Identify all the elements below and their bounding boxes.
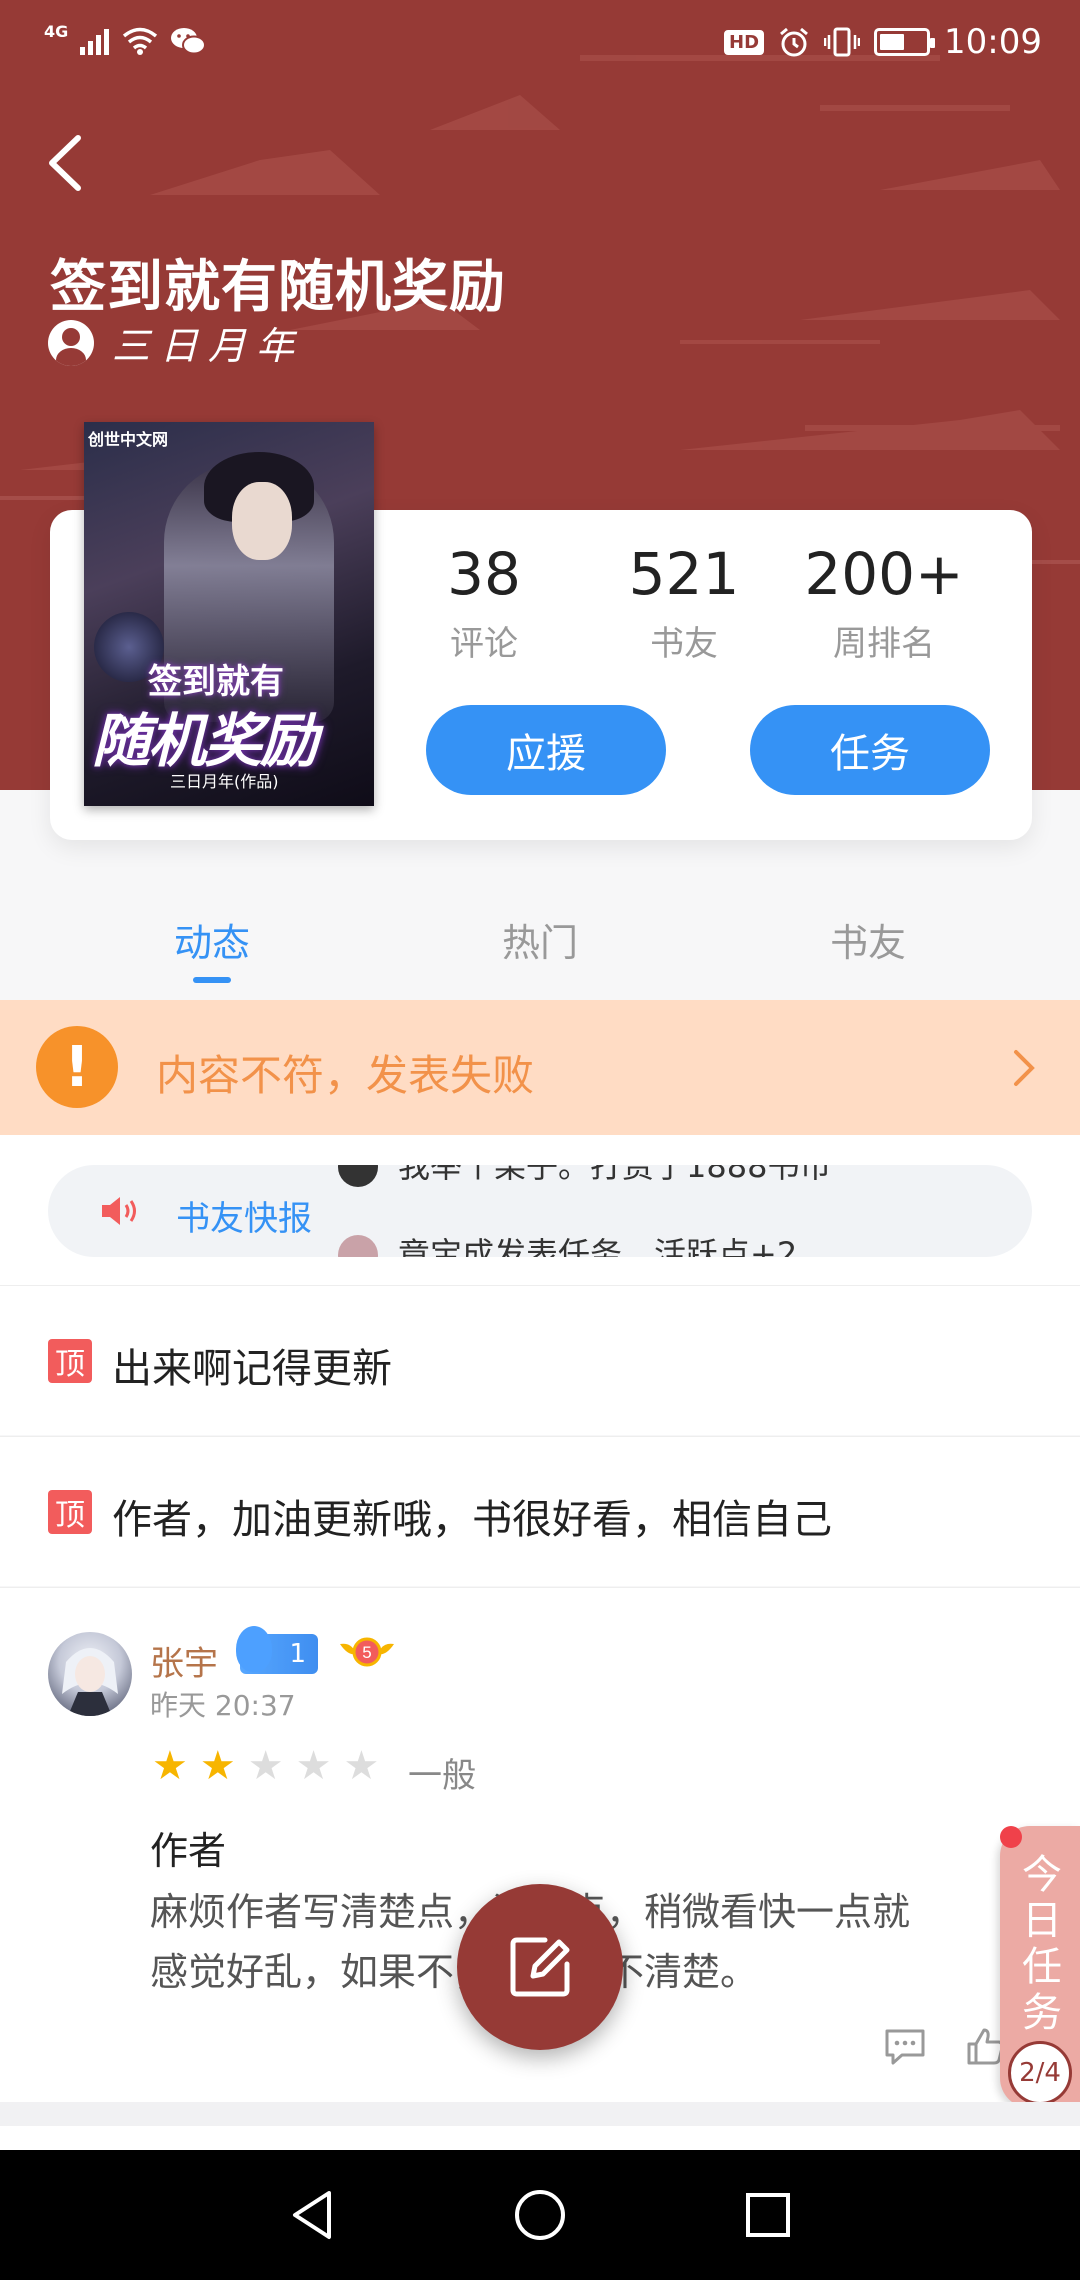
- pinned-post-text: 出来啊记得更新: [112, 1346, 392, 1392]
- stat-label: 书友: [650, 624, 718, 664]
- ticker-item: 竟宝成发表任务，活跃点+2: [398, 1235, 798, 1257]
- like-icon[interactable]: [965, 2026, 1005, 2066]
- notification-dot: [1000, 1826, 1022, 1848]
- stat-value: 521: [628, 540, 740, 608]
- avatar[interactable]: [48, 1632, 132, 1716]
- book-cover[interactable]: 创世中文网 签到就有 随机奖励 三日月年(作品): [84, 422, 374, 806]
- network-type: 4G: [44, 21, 69, 41]
- error-message: 内容不符，发表失败: [156, 1051, 535, 1100]
- comment-time: 昨天 20:37: [150, 1689, 296, 1722]
- system-nav-bar: [0, 2150, 1080, 2280]
- error-banner[interactable]: ! 内容不符，发表失败: [0, 1000, 1080, 1135]
- signal-icon: [80, 29, 110, 55]
- cover-author-line: 三日月年(作品): [170, 772, 279, 791]
- daily-task-label: 今日任务: [1022, 1852, 1062, 2036]
- tab-indicator: [193, 977, 231, 983]
- tab-fans[interactable]: 书友: [768, 912, 968, 967]
- tab-hot[interactable]: 热门: [440, 912, 640, 967]
- back-button[interactable]: [40, 128, 100, 198]
- status-bar: 4G HD 10:09: [0, 0, 1080, 90]
- nav-home-icon[interactable]: [510, 2185, 570, 2245]
- edit-icon: [510, 1937, 570, 1997]
- author-row[interactable]: 三日月年: [48, 315, 304, 370]
- tab-bar: 动态 热门 书友: [0, 880, 1080, 1000]
- nav-recents-icon[interactable]: [738, 2185, 798, 2245]
- book-title: 签到就有随机奖励: [50, 255, 506, 320]
- star-empty-icon: ★: [247, 1743, 284, 1789]
- wifi-icon: [123, 27, 158, 55]
- hd-badge: HD: [724, 29, 765, 55]
- stat-value: 200+: [804, 540, 964, 608]
- daily-task-tab[interactable]: 今日任务 2/4: [1000, 1826, 1080, 2108]
- pinned-post[interactable]: 顶 出来啊记得更新: [0, 1285, 1080, 1435]
- support-button[interactable]: 应援: [426, 705, 666, 795]
- battery-icon: [874, 28, 936, 56]
- next-list-item: [0, 2126, 1080, 2150]
- author-name: 三日月年: [112, 324, 305, 368]
- ticker-item: 我举个栗子。打赏了1888书币: [398, 1165, 832, 1185]
- cover-title-line2: 随机奖励: [92, 707, 318, 775]
- avatar-illustration: [62, 1648, 118, 1716]
- alarm-icon: [780, 27, 808, 57]
- stat-comments[interactable]: 38 评论: [384, 540, 584, 665]
- star-empty-icon: ★: [343, 1743, 380, 1789]
- star-empty-icon: ★: [295, 1743, 332, 1789]
- warning-icon: !: [36, 1026, 118, 1108]
- fan-level-value: 1: [289, 1639, 306, 1669]
- pinned-post-text: 作者，加油更新哦，书很好看，相信自己: [112, 1497, 832, 1543]
- tab-activity[interactable]: 动态: [112, 912, 312, 967]
- stat-label: 评论: [450, 624, 518, 664]
- svg-text:5: 5: [362, 1643, 371, 1662]
- author-avatar-icon: [48, 319, 94, 366]
- rating-stars: ★ ★ ★ ★ ★: [152, 1746, 379, 1786]
- vibrate-icon: [824, 27, 861, 57]
- reply-icon[interactable]: [884, 2028, 926, 2066]
- comment-username[interactable]: 张宇: [150, 1636, 218, 1685]
- star-filled-icon: ★: [199, 1743, 236, 1789]
- task-button[interactable]: 任务: [750, 705, 990, 795]
- news-ticker[interactable]: 书友快报 我举个栗子。打赏了1888书币 竟宝成发表任务，活跃点+2: [48, 1165, 1032, 1257]
- nav-back-icon[interactable]: [283, 2185, 343, 2245]
- vip-level-icon: 5: [340, 1637, 394, 1667]
- wechat-icon: [171, 28, 207, 55]
- stat-value: 38: [447, 540, 521, 608]
- stat-fans[interactable]: 521 书友: [584, 540, 784, 665]
- clock: 10:09: [944, 22, 1042, 62]
- news-ticker-area: 书友快报 我举个栗子。打赏了1888书币 竟宝成发表任务，活跃点+2: [0, 1135, 1080, 1285]
- speaker-icon: [102, 1197, 136, 1225]
- cover-art-face: [232, 482, 292, 560]
- stat-weekly-rank[interactable]: 200+ 周排名: [784, 540, 984, 665]
- rating-text: 一般: [408, 1756, 476, 1796]
- daily-task-progress: 2/4: [1008, 2041, 1072, 2105]
- pinned-badge: 顶: [48, 1339, 92, 1383]
- pinned-badge: 顶: [48, 1490, 92, 1534]
- fan-level-badge: 1: [236, 1626, 318, 1674]
- ticker-label: 书友快报: [176, 1199, 312, 1239]
- comment-title: 作者: [150, 1829, 227, 1873]
- star-filled-icon: ★: [152, 1743, 188, 1789]
- chevron-right-icon: [1014, 1050, 1035, 1086]
- stat-label: 周排名: [833, 624, 935, 664]
- pinned-post[interactable]: 顶 作者，加油更新哦，书很好看，相信自己: [0, 1436, 1080, 1586]
- cover-brand: 创世中文网: [88, 430, 169, 449]
- write-post-button[interactable]: [457, 1884, 623, 2050]
